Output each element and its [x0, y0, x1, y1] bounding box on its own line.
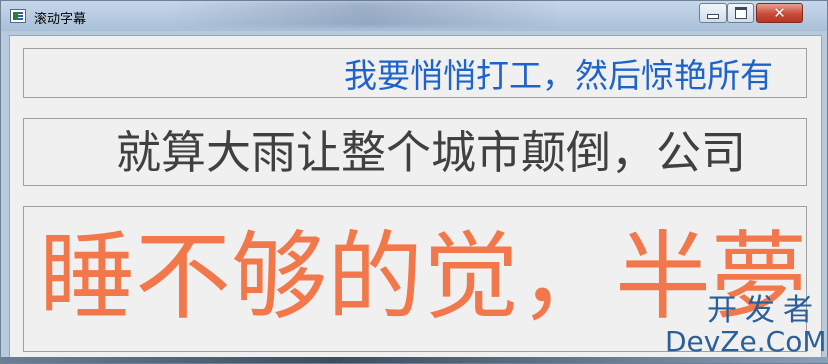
maximize-icon [734, 7, 747, 19]
marquee-text-1: 我要悄悄打工，然后惊艳所有 [344, 56, 773, 95]
maximize-button[interactable] [727, 3, 754, 23]
app-icon[interactable] [10, 9, 26, 23]
watermark-cn: 开发者 [707, 293, 821, 328]
taskbar-edge [1, 357, 828, 363]
watermark: 开发者 DevZe.CoM [665, 293, 827, 359]
minimize-icon [707, 14, 719, 19]
window-title: 滚动字幕 [34, 12, 87, 27]
background-blur [171, 1, 561, 27]
marquee-label-1: 我要悄悄打工，然后惊艳所有 [23, 48, 807, 98]
close-icon: ✕ [773, 4, 786, 22]
app-window: 滚动字幕 ✕ 我要悄悄打工，然后惊艳所有 就算大雨让整个城市颠倒，公司 睡不够的… [0, 0, 828, 364]
title-bar[interactable]: 滚动字幕 ✕ [1, 1, 827, 31]
marquee-label-2: 就算大雨让整个城市颠倒，公司 [23, 118, 807, 186]
minimize-button[interactable] [699, 3, 727, 23]
marquee-text-2: 就算大雨让整个城市颠倒，公司 [116, 126, 747, 179]
close-button[interactable]: ✕ [756, 3, 803, 23]
watermark-en: DevZe.CoM [665, 325, 827, 358]
